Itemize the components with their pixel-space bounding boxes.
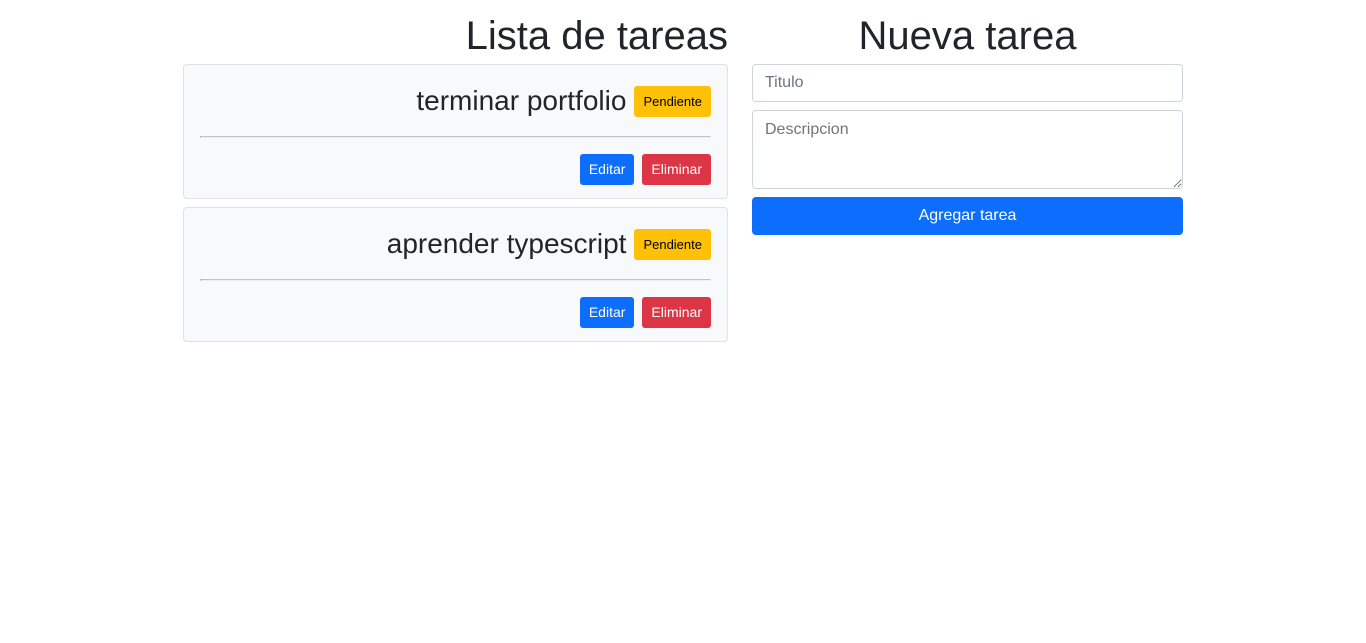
delete-button[interactable]: Eliminar (642, 296, 711, 328)
task-title: terminar portfolio (416, 85, 627, 116)
new-task-form: Agregar tarea (752, 64, 1183, 235)
task-header: terminar portfolio Pendiente (200, 65, 711, 136)
status-badge: Pendiente (634, 228, 711, 260)
task-card: aprender typescript Pendiente Editar Eli… (183, 207, 728, 342)
status-badge: Pendiente (634, 85, 711, 117)
task-list-section: Lista de tareas terminar portfolio Pendi… (183, 0, 728, 350)
title-input[interactable] (752, 64, 1183, 102)
task-card: terminar portfolio Pendiente Editar Elim… (183, 64, 728, 199)
task-list-heading: Lista de tareas (465, 14, 728, 58)
add-task-button[interactable]: Agregar tarea (752, 197, 1183, 235)
task-title: aprender typescript (386, 228, 627, 259)
task-actions: Editar Eliminar (200, 281, 711, 343)
delete-button[interactable]: Eliminar (642, 153, 711, 185)
task-actions: Editar Eliminar (200, 138, 711, 200)
new-task-heading: Nueva tarea (858, 14, 1077, 58)
new-task-section: Nueva tarea Agregar tarea (752, 0, 1183, 235)
edit-button[interactable]: Editar (579, 296, 635, 328)
edit-button[interactable]: Editar (579, 153, 635, 185)
description-textarea[interactable] (752, 110, 1183, 189)
page: Lista de tareas terminar portfolio Pendi… (0, 0, 1366, 643)
task-header: aprender typescript Pendiente (200, 208, 711, 279)
